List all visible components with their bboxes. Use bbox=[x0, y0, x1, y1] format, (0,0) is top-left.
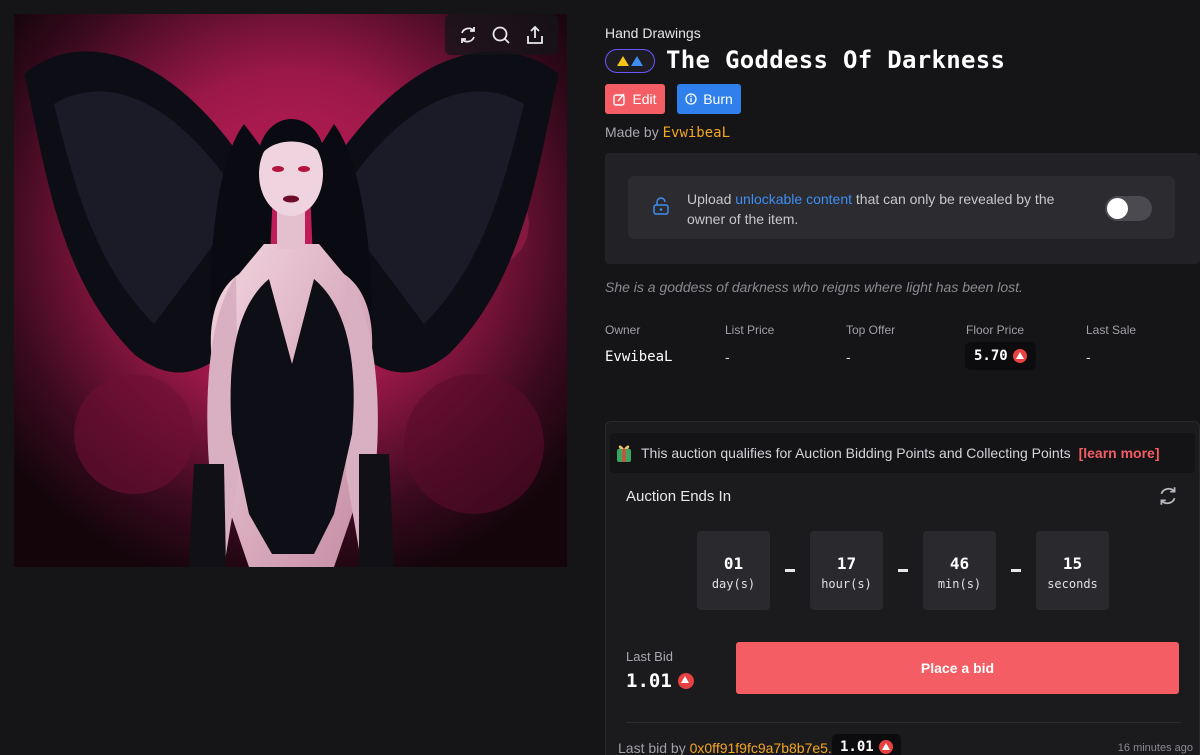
timer-separator bbox=[1011, 569, 1021, 572]
auction-ends-label: Auction Ends In bbox=[626, 488, 732, 505]
bidder-address-link[interactable]: 0x0ff91f9fc9a7b8b7e5... bbox=[690, 740, 840, 755]
unlockable-toggle[interactable] bbox=[1105, 196, 1152, 221]
nft-artwork[interactable] bbox=[14, 14, 567, 567]
artwork-image bbox=[14, 14, 567, 567]
price-stats: Owner EvwibeaL List Price - Top Offer - … bbox=[605, 323, 1200, 373]
chain-badge bbox=[605, 49, 655, 73]
bid-history-time: 16 minutes ago bbox=[1117, 742, 1193, 754]
avax-icon bbox=[677, 673, 694, 689]
burn-button-label: Burn bbox=[703, 91, 733, 107]
last-sale-value: - bbox=[1086, 349, 1091, 365]
refresh-icon[interactable] bbox=[454, 21, 482, 49]
made-by: Made by EvwibeaL bbox=[605, 124, 730, 141]
timer-separator bbox=[898, 569, 908, 572]
item-title: The Goddess Of Darkness bbox=[666, 46, 1006, 74]
floor-price-pill: 5.70 bbox=[965, 342, 1036, 370]
timer-seconds: 15 seconds bbox=[1036, 531, 1109, 610]
lock-icon bbox=[653, 197, 669, 215]
stat-last-sale: Last Sale - bbox=[1086, 323, 1137, 365]
avax-icon bbox=[1012, 349, 1027, 363]
learn-more-link[interactable]: [learn more] bbox=[1079, 445, 1160, 461]
owner-value[interactable]: EvwibeaL bbox=[605, 349, 672, 365]
points-banner: This auction qualifies for Auction Biddi… bbox=[610, 433, 1195, 473]
unlockable-panel: Upload unlockable content that can only … bbox=[628, 176, 1175, 239]
share-icon[interactable] bbox=[521, 21, 549, 49]
timer-days-unit: day(s) bbox=[711, 577, 756, 591]
timer-hours-unit: hour(s) bbox=[821, 577, 872, 591]
auction-card: This auction qualifies for Auction Biddi… bbox=[605, 421, 1200, 755]
stat-floor-price: Floor Price 5.70 bbox=[965, 323, 1036, 370]
list-price-label: List Price bbox=[725, 323, 775, 337]
points-banner-text: This auction qualifies for Auction Biddi… bbox=[641, 445, 1071, 461]
search-icon[interactable] bbox=[487, 21, 515, 49]
made-by-prefix: Made by bbox=[605, 124, 659, 140]
chain-logo-icon bbox=[617, 56, 643, 66]
top-offer-label: Top Offer bbox=[846, 323, 896, 337]
last-bid-label: Last Bid bbox=[626, 649, 673, 664]
floor-price-value: 5.70 bbox=[974, 348, 1008, 364]
timer-seconds-unit: seconds bbox=[1047, 577, 1098, 591]
burn-button[interactable]: Burn bbox=[677, 84, 741, 114]
artwork-toolbar bbox=[445, 14, 558, 55]
auction-refresh-icon[interactable] bbox=[1157, 485, 1179, 507]
floor-price-label: Floor Price bbox=[966, 323, 1025, 337]
last-sale-label: Last Sale bbox=[1086, 323, 1137, 337]
info-icon bbox=[685, 93, 697, 105]
unlockable-content-link[interactable]: unlockable content bbox=[735, 191, 852, 207]
list-price-value: - bbox=[725, 349, 730, 365]
category-label[interactable]: Hand Drawings bbox=[605, 25, 701, 41]
bid-history-row: Last bid by 0x0ff91f9fc9a7b8b7e5... 1.01… bbox=[618, 734, 1193, 755]
item-description: She is a goddess of darkness who reigns … bbox=[605, 279, 1023, 295]
timer-days: 01 day(s) bbox=[697, 531, 770, 610]
timer-minutes-value: 46 bbox=[949, 554, 970, 573]
bid-history-amount: 1.01 bbox=[832, 734, 901, 755]
timer-seconds-value: 15 bbox=[1062, 554, 1083, 573]
place-bid-button[interactable]: Place a bid bbox=[736, 642, 1179, 694]
timer-hours-value: 17 bbox=[836, 554, 857, 573]
bid-history-amount-value: 1.01 bbox=[840, 739, 874, 755]
timer-minutes: 46 min(s) bbox=[923, 531, 996, 610]
gift-icon bbox=[617, 445, 631, 462]
timer-hours: 17 hour(s) bbox=[810, 531, 883, 610]
stat-owner: Owner EvwibeaL bbox=[605, 323, 672, 365]
edit-button-label: Edit bbox=[632, 91, 657, 107]
last-bid-value: 1.01 bbox=[626, 670, 672, 692]
bid-history-bidder: Last bid by 0x0ff91f9fc9a7b8b7e5... bbox=[618, 740, 840, 755]
unlockable-text-before: Upload bbox=[687, 191, 736, 207]
unlockable-description: Upload unlockable content that can only … bbox=[687, 189, 1057, 229]
timer-separator bbox=[785, 569, 795, 572]
edit-button[interactable]: Edit bbox=[605, 84, 665, 114]
creator-link[interactable]: EvwibeaL bbox=[663, 125, 730, 141]
last-bid-amount: 1.01 bbox=[626, 670, 694, 692]
item-details: Hand Drawings The Goddess Of Darkness Ed… bbox=[605, 0, 1200, 755]
divider bbox=[626, 722, 1181, 723]
stat-list-price: List Price - bbox=[725, 323, 775, 365]
edit-icon bbox=[613, 93, 626, 106]
timer-minutes-unit: min(s) bbox=[937, 577, 982, 591]
owner-label: Owner bbox=[605, 323, 641, 337]
timer-days-value: 01 bbox=[723, 554, 744, 573]
bid-history-prefix: Last bid by bbox=[618, 740, 690, 755]
toggle-knob bbox=[1107, 198, 1128, 219]
avax-icon bbox=[878, 740, 893, 754]
unlockable-card: Upload unlockable content that can only … bbox=[605, 153, 1200, 264]
stat-top-offer: Top Offer - bbox=[846, 323, 896, 365]
top-offer-value: - bbox=[846, 349, 851, 365]
